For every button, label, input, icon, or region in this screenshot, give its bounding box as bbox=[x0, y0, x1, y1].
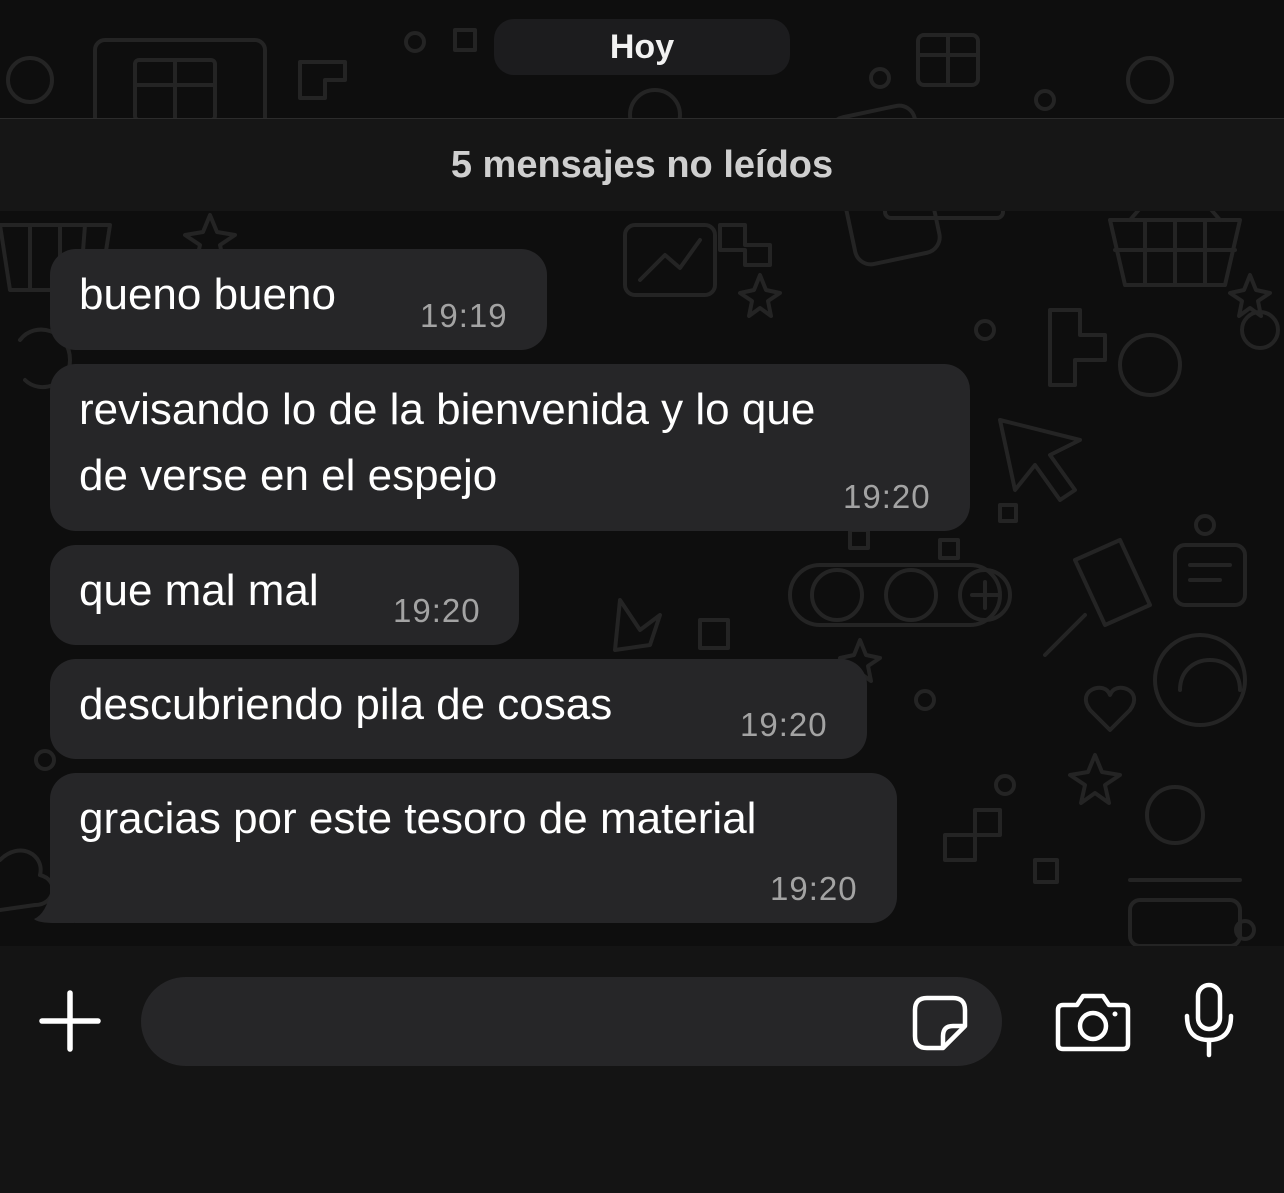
message-text-line: de verse en el espejo bbox=[79, 451, 498, 500]
message-bubble[interactable]: gracias por este tesoro de material 19:2… bbox=[34, 773, 897, 923]
message-timestamp: 19:20 bbox=[843, 478, 931, 515]
message-input[interactable] bbox=[141, 977, 1002, 1066]
message-timestamp: 19:20 bbox=[740, 706, 828, 743]
message-text: descubriendo pila de cosas bbox=[79, 680, 613, 729]
chat-screen: Hoy 5 mensajes no leídos bueno bueno 19:… bbox=[0, 0, 1284, 1193]
message-timestamp: 19:20 bbox=[393, 592, 481, 629]
message-bubble[interactable]: que mal mal 19:20 bbox=[50, 545, 519, 645]
message-list[interactable]: Hoy 5 mensajes no leídos bueno bueno 19:… bbox=[0, 0, 1284, 946]
sticker-button[interactable] bbox=[906, 991, 974, 1055]
voice-message-button[interactable] bbox=[1176, 980, 1242, 1060]
message-text: gracias por este tesoro de material bbox=[79, 794, 757, 843]
message-text: que mal mal bbox=[79, 566, 319, 615]
message-bubble[interactable]: bueno bueno 19:19 bbox=[50, 249, 547, 350]
message-timestamp: 19:20 bbox=[770, 870, 858, 907]
message-bubble[interactable]: descubriendo pila de cosas 19:20 bbox=[50, 659, 867, 759]
camera-icon bbox=[1055, 993, 1131, 1052]
message-timestamp: 19:19 bbox=[420, 297, 508, 334]
message-text: bueno bueno bbox=[79, 270, 336, 319]
sticker-icon bbox=[912, 995, 968, 1051]
microphone-icon bbox=[1184, 982, 1234, 1058]
camera-button[interactable] bbox=[1052, 989, 1134, 1055]
date-separator: Hoy bbox=[494, 19, 790, 75]
plus-icon bbox=[39, 990, 101, 1052]
bubble-tail bbox=[34, 883, 74, 923]
unread-messages-banner: 5 mensajes no leídos bbox=[0, 118, 1284, 211]
attach-button[interactable] bbox=[34, 985, 106, 1057]
message-bubble[interactable]: revisando lo de la bienvenida y lo que d… bbox=[50, 364, 970, 531]
message-text: revisando lo de la bienvenida y lo que d… bbox=[79, 377, 815, 509]
message-text-line: revisando lo de la bienvenida y lo que bbox=[79, 385, 816, 434]
